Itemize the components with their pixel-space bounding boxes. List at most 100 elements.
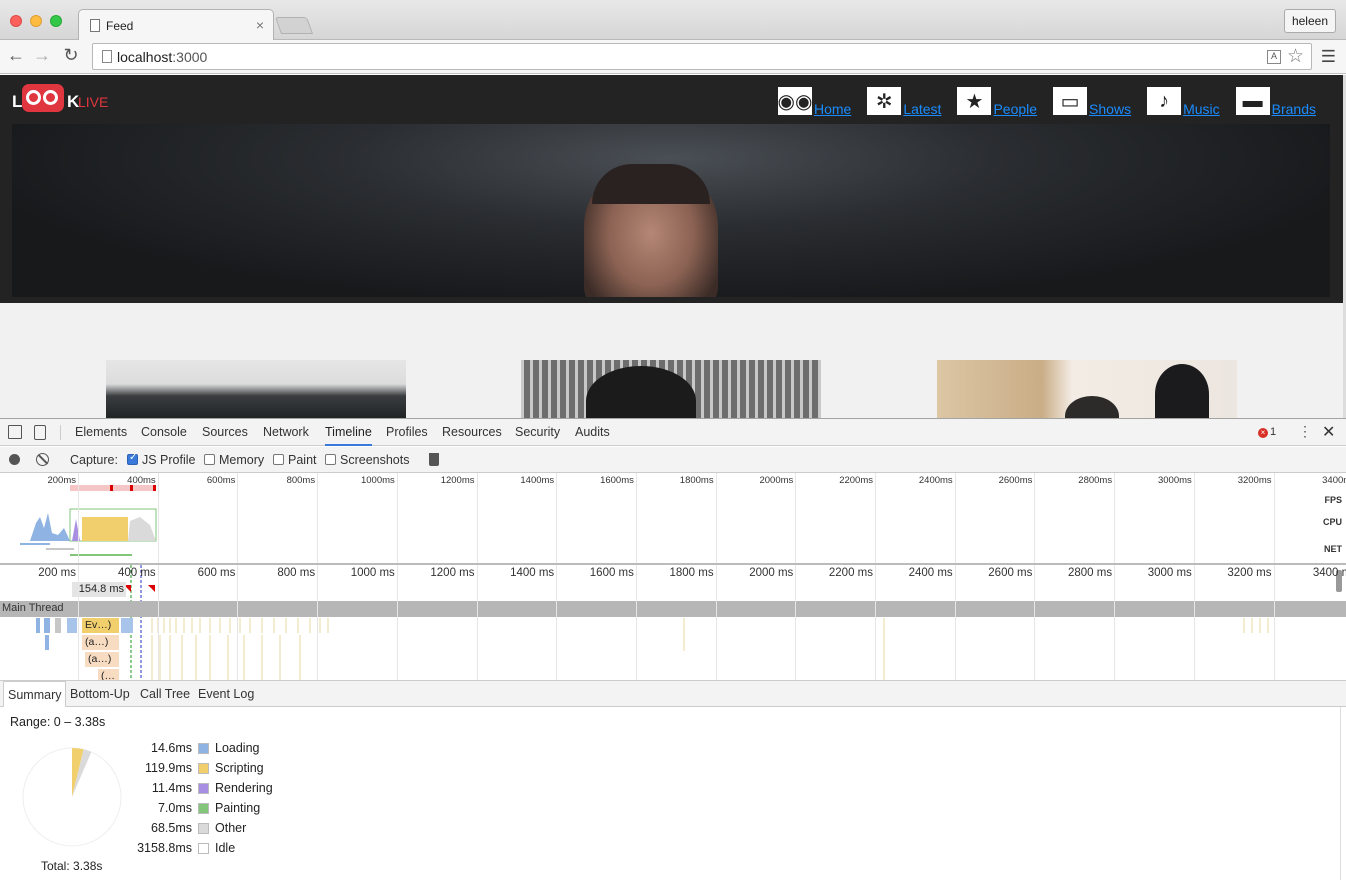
- tick-label: 1800 ms: [669, 567, 714, 579]
- grid-line: [875, 565, 876, 680]
- address-bar[interactable]: localhost:3000 A ☆: [92, 43, 1312, 70]
- devtools-tab-resources[interactable]: Resources: [442, 419, 502, 446]
- browser-tab[interactable]: Feed ×: [78, 9, 274, 40]
- devtools-tab-network[interactable]: Network: [263, 419, 309, 446]
- nav-item-music[interactable]: ♪ Music: [1145, 81, 1220, 117]
- feed-card-1[interactable]: [106, 360, 406, 418]
- checkbox-label[interactable]: Screenshots: [340, 453, 409, 467]
- main-thread-header[interactable]: Main Thread: [0, 601, 1346, 617]
- checkbox-label[interactable]: Paint: [288, 453, 317, 467]
- nav-item-people[interactable]: ★ People: [955, 81, 1037, 117]
- devtools-tab-audits[interactable]: Audits: [575, 419, 610, 446]
- grid-line: [635, 473, 637, 563]
- checkbox-label[interactable]: JS Profile: [142, 453, 196, 467]
- clear-icon[interactable]: [36, 453, 49, 466]
- checkbox-paint[interactable]: [273, 454, 284, 465]
- close-devtools-icon[interactable]: ✕: [1322, 422, 1335, 442]
- minimize-window-button[interactable]: [30, 15, 42, 27]
- translate-icon[interactable]: A: [1267, 50, 1281, 64]
- flame-event-box[interactable]: Ev…): [82, 618, 119, 633]
- summary-scrollbar[interactable]: [1340, 707, 1346, 880]
- devtools-tab-elements[interactable]: Elements: [75, 419, 127, 446]
- timeline-overview[interactable]: FPS CPU NET 200ms 400ms 600ms 800ms 1000ms 12…: [0, 473, 1346, 565]
- nav-item-brands[interactable]: ▬ Brands: [1233, 81, 1316, 117]
- tick-label: 1000ms: [360, 475, 395, 486]
- other-area: [128, 517, 156, 541]
- url-text[interactable]: localhost:3000: [117, 49, 207, 65]
- tick-label: 3400 m: [1312, 567, 1346, 579]
- legend-name: Scripting: [215, 761, 264, 775]
- devtools-tab-profiles[interactable]: Profiles: [386, 419, 428, 446]
- page-icon: [102, 50, 112, 63]
- feed-card-3[interactable]: [937, 360, 1237, 418]
- flame-anon-box[interactable]: (…: [98, 669, 119, 680]
- zoom-window-button[interactable]: [50, 15, 62, 27]
- details-tab-call-tree[interactable]: Call Tree: [136, 681, 194, 707]
- grid-line: [78, 565, 79, 680]
- profile-button[interactable]: heleen: [1283, 9, 1336, 33]
- devtools-tab-console[interactable]: Console: [141, 419, 187, 446]
- details-tab-summary[interactable]: Summary: [3, 681, 67, 707]
- legend-name: Painting: [215, 801, 261, 815]
- nav-item-home[interactable]: ◉◉ Home: [775, 81, 851, 117]
- grid-line: [1034, 473, 1036, 563]
- grid-line: [396, 565, 398, 680]
- legend-value: 7.0ms: [157, 801, 192, 815]
- devtools-tab-timeline[interactable]: Timeline: [325, 419, 372, 446]
- nav-link-latest[interactable]: Latest: [903, 101, 941, 117]
- summary-pane: Range: 0 – 3.38s Total: 3.38s 14.6ms Load…: [0, 707, 1346, 880]
- feed-card-2[interactable]: [521, 360, 821, 418]
- back-arrow-icon[interactable]: ←: [5, 45, 27, 66]
- film-reel-icon[interactable]: ✲: [865, 85, 904, 117]
- flame-anon-box[interactable]: (a…): [85, 652, 119, 667]
- legend-name: Idle: [215, 841, 236, 855]
- grid-line: [78, 473, 79, 563]
- error-count-badge[interactable]: × 1: [1258, 426, 1276, 438]
- timeline-toolbar: Capture: JS Profile Memory Paint Screenshot…: [0, 447, 1346, 473]
- flame-anon-box[interactable]: (a…): [82, 635, 119, 650]
- star-icon[interactable]: ★: [955, 85, 994, 117]
- legend-row-scripting: 119.9ms Scripting: [128, 761, 328, 777]
- nav-link-shows[interactable]: Shows: [1089, 101, 1131, 117]
- close-window-button[interactable]: [10, 15, 22, 27]
- nav-item-shows[interactable]: ▭ Shows: [1051, 81, 1131, 117]
- details-tab-bottom-up[interactable]: Bottom-Up: [66, 681, 134, 707]
- device-mode-icon[interactable]: [34, 425, 46, 440]
- tab-title: Feed: [106, 19, 134, 33]
- net-bar: [46, 548, 74, 550]
- shorts-icon[interactable]: ▬: [1233, 85, 1272, 117]
- nav-link-music[interactable]: Music: [1183, 101, 1220, 117]
- tick-label: 600ms: [206, 475, 236, 486]
- tab-close-icon[interactable]: ×: [256, 17, 264, 33]
- grid-line: [954, 473, 956, 563]
- music-note-icon[interactable]: ♪: [1145, 85, 1184, 117]
- new-tab-button[interactable]: [274, 17, 314, 34]
- grid-line: [715, 565, 717, 680]
- nav-item-latest[interactable]: ✲ Latest: [865, 81, 941, 117]
- nav-link-home[interactable]: Home: [814, 101, 851, 117]
- devtools-tab-security[interactable]: Security: [515, 419, 560, 446]
- checkbox-memory[interactable]: [204, 454, 215, 465]
- flame-chart[interactable]: 154.8 ms Main Thread Ev…) (a…) (a…) (… 2…: [0, 565, 1346, 680]
- trash-icon[interactable]: [429, 453, 439, 466]
- owl-icon[interactable]: ◉◉: [775, 85, 814, 117]
- checkbox-screenshots[interactable]: [325, 454, 336, 465]
- inspect-element-icon[interactable]: [8, 425, 22, 439]
- devtools-tab-bar: × 1 ⋮ ✕ Elements Console Sources Network Time…: [0, 419, 1346, 446]
- fps-track-label: FPS: [1324, 495, 1342, 505]
- details-tab-event-log[interactable]: Event Log: [194, 681, 258, 707]
- checkbox-label[interactable]: Memory: [219, 453, 264, 467]
- nav-link-people[interactable]: People: [993, 101, 1037, 117]
- checkbox-js-profile[interactable]: [127, 452, 138, 465]
- hamburger-menu-icon[interactable]: ☰: [1321, 47, 1336, 67]
- devtools-tab-sources[interactable]: Sources: [202, 419, 248, 446]
- bookmark-star-icon[interactable]: ☆: [1287, 45, 1304, 68]
- more-options-icon[interactable]: ⋮: [1298, 423, 1312, 440]
- tick-label: 3000 ms: [1147, 567, 1192, 579]
- record-icon[interactable]: [9, 454, 20, 465]
- reload-icon[interactable]: ↻: [60, 45, 82, 66]
- forward-arrow-icon[interactable]: →: [31, 45, 53, 66]
- monitor-icon[interactable]: ▭: [1051, 85, 1090, 117]
- nav-link-brands[interactable]: Brands: [1272, 101, 1316, 117]
- grid-line: [795, 473, 797, 563]
